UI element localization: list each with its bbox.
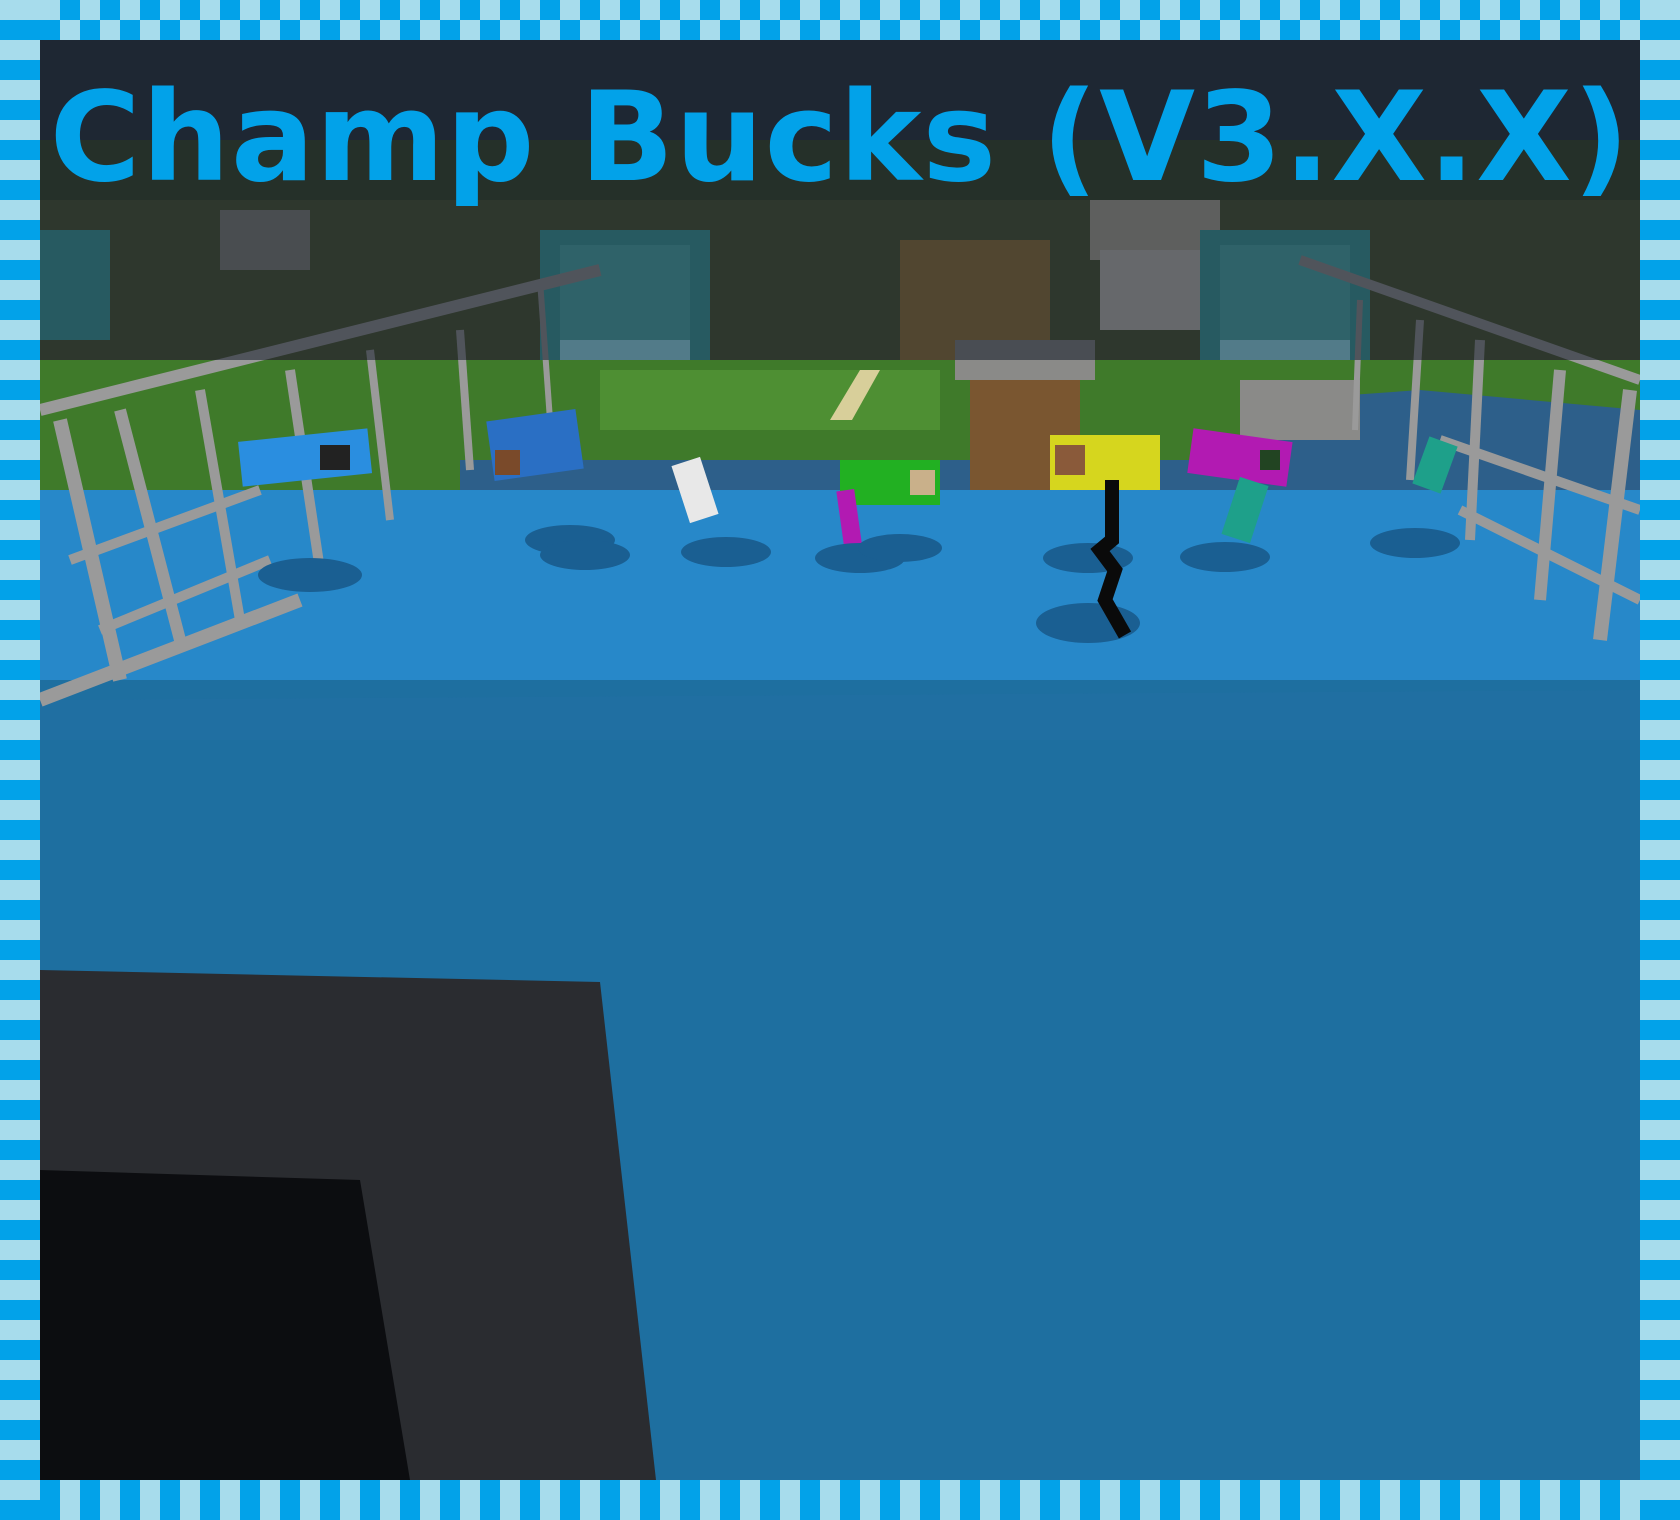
border-left	[0, 0, 40, 1520]
border-bottom-inner	[0, 1500, 1680, 1520]
player-held-block	[40, 970, 656, 1480]
page-title: Champ Bucks (V3.X.X)	[49, 66, 1631, 210]
border-top-inner	[0, 20, 1680, 40]
border-right	[1640, 0, 1680, 1520]
game-viewport: Champ Bucks (V3.X.X)	[40, 40, 1640, 1480]
